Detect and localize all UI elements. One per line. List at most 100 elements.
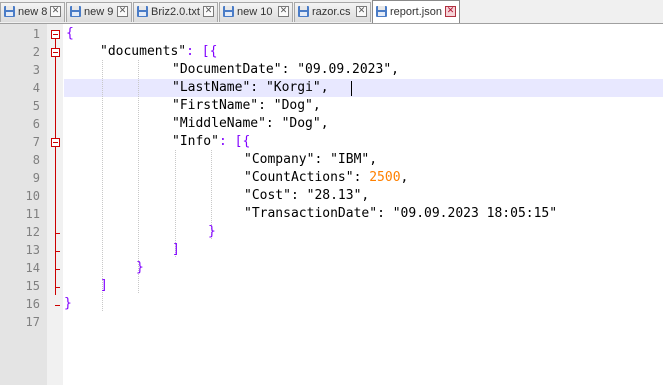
separator: , [320,80,329,95]
fold-end-marker [55,233,60,234]
line-number: 5 [32,99,40,113]
json-key: "DocumentDate" [172,62,282,77]
separator: , [312,98,321,113]
floppy-disk-icon [376,6,387,17]
tab-new-10[interactable]: new 10 ✕ [219,2,293,22]
tab-new-9[interactable]: new 9 ✕ [66,2,132,22]
json-key: "FirstName" [172,98,259,113]
fold-end-marker [55,305,60,306]
close-icon[interactable]: ✕ [50,6,61,17]
floppy-disk-icon [298,6,309,17]
line-number: 4 [32,81,40,95]
indent-guide [102,60,103,311]
separator: : [258,98,274,113]
separator: , [361,188,370,203]
json-key: "LastName" [172,80,251,95]
tab-bar: new 8 ✕ new 9 ✕ Briz2.0.txt ✕ new 10 ✕ r… [0,0,663,24]
floppy-disk-icon [223,6,234,17]
separator: , [391,62,399,77]
json-value: "Korgi" [265,80,321,95]
brace: : [{ [186,44,218,59]
tab-new-8[interactable]: new 8 ✕ [0,2,65,22]
line-number: 9 [32,171,40,185]
tab-label: new 8 [18,6,48,18]
json-key: "CountActions" [244,170,354,185]
floppy-disk-icon [70,6,81,17]
separator: : [290,188,307,203]
line-number: 12 [25,225,40,239]
brace: ] [172,242,180,257]
code-line: } [136,259,144,277]
json-value: "Dog" [273,98,313,113]
json-value: "IBM" [330,152,370,167]
json-key: "Cost" [244,188,291,203]
code-line: "MiddleName": "Dog", [172,115,329,133]
fold-toggle-icon[interactable] [51,48,60,57]
line-number: 2 [32,45,40,59]
separator: , [320,116,329,131]
json-key: "TransactionDate" [244,206,378,221]
fold-toggle-icon[interactable] [51,30,60,39]
line-number: 6 [32,117,40,131]
tab-label: razor.cs [312,6,351,18]
separator: , [400,170,409,185]
tab-label: new 9 [84,6,114,18]
line-number: 8 [32,153,40,167]
code-line: "TransactionDate": "09.09.2023 18:05:15" [244,205,557,223]
line-number: 13 [25,243,40,257]
text-caret [351,81,352,96]
code-line: } [208,223,216,241]
code-line: "Info": [{ [172,133,250,151]
json-number: 2500 [369,170,401,185]
code-line: "Cost": "28.13", [244,187,369,205]
line-number: 1 [32,27,40,41]
current-line-highlight [64,79,663,97]
tab-label: report.json [390,6,442,18]
separator: : [377,206,393,221]
json-value: "28.13" [306,188,362,203]
close-icon[interactable]: ✕ [278,6,289,17]
code-line: ] [172,241,180,259]
json-key: "Company" [244,152,315,167]
close-icon[interactable]: ✕ [445,6,456,17]
code-line: } [64,295,72,313]
code-line: "LastName": "Korgi", [172,79,329,97]
brace: } [64,296,72,311]
code-line: "Company": "IBM", [244,151,377,169]
brace: } [136,260,144,275]
tab-report-json[interactable]: report.json ✕ [372,0,460,23]
code-line: { [66,25,74,43]
tab-briz2-txt[interactable]: Briz2.0.txt ✕ [133,2,218,22]
code-line: "CountActions": 2500, [244,169,408,187]
code-editor[interactable]: 1 2 3 4 5 6 7 8 9 10 11 12 13 14 15 16 1… [0,24,663,385]
code-line: ] [100,277,108,295]
line-number: 3 [32,63,40,77]
json-value: "Dog" [281,116,321,131]
brace: : [{ [218,134,251,149]
tab-label: Briz2.0.txt [151,6,200,18]
close-icon[interactable]: ✕ [117,6,128,17]
fold-margin [47,24,63,385]
floppy-disk-icon [4,6,15,17]
fold-toggle-icon[interactable] [51,138,60,147]
close-icon[interactable]: ✕ [203,6,214,17]
tab-razor-cs[interactable]: razor.cs ✕ [294,2,371,22]
line-number: 7 [32,135,40,149]
close-icon[interactable]: ✕ [356,6,367,17]
separator: , [369,152,378,167]
line-number: 17 [25,315,40,329]
line-number: 15 [25,279,40,293]
brace: ] [100,278,108,293]
code-line: "FirstName": "Dog", [172,97,321,115]
separator: : [265,116,282,131]
separator: : [250,80,266,95]
line-number: 14 [25,261,40,275]
code-line: "documents": [{ [100,43,217,61]
fold-line [55,34,56,295]
fold-end-marker [55,269,60,270]
brace: { [66,26,74,41]
fold-end-marker [55,251,60,252]
separator: : [314,152,331,167]
json-key: "Info" [172,134,219,149]
line-number: 10 [25,189,40,203]
